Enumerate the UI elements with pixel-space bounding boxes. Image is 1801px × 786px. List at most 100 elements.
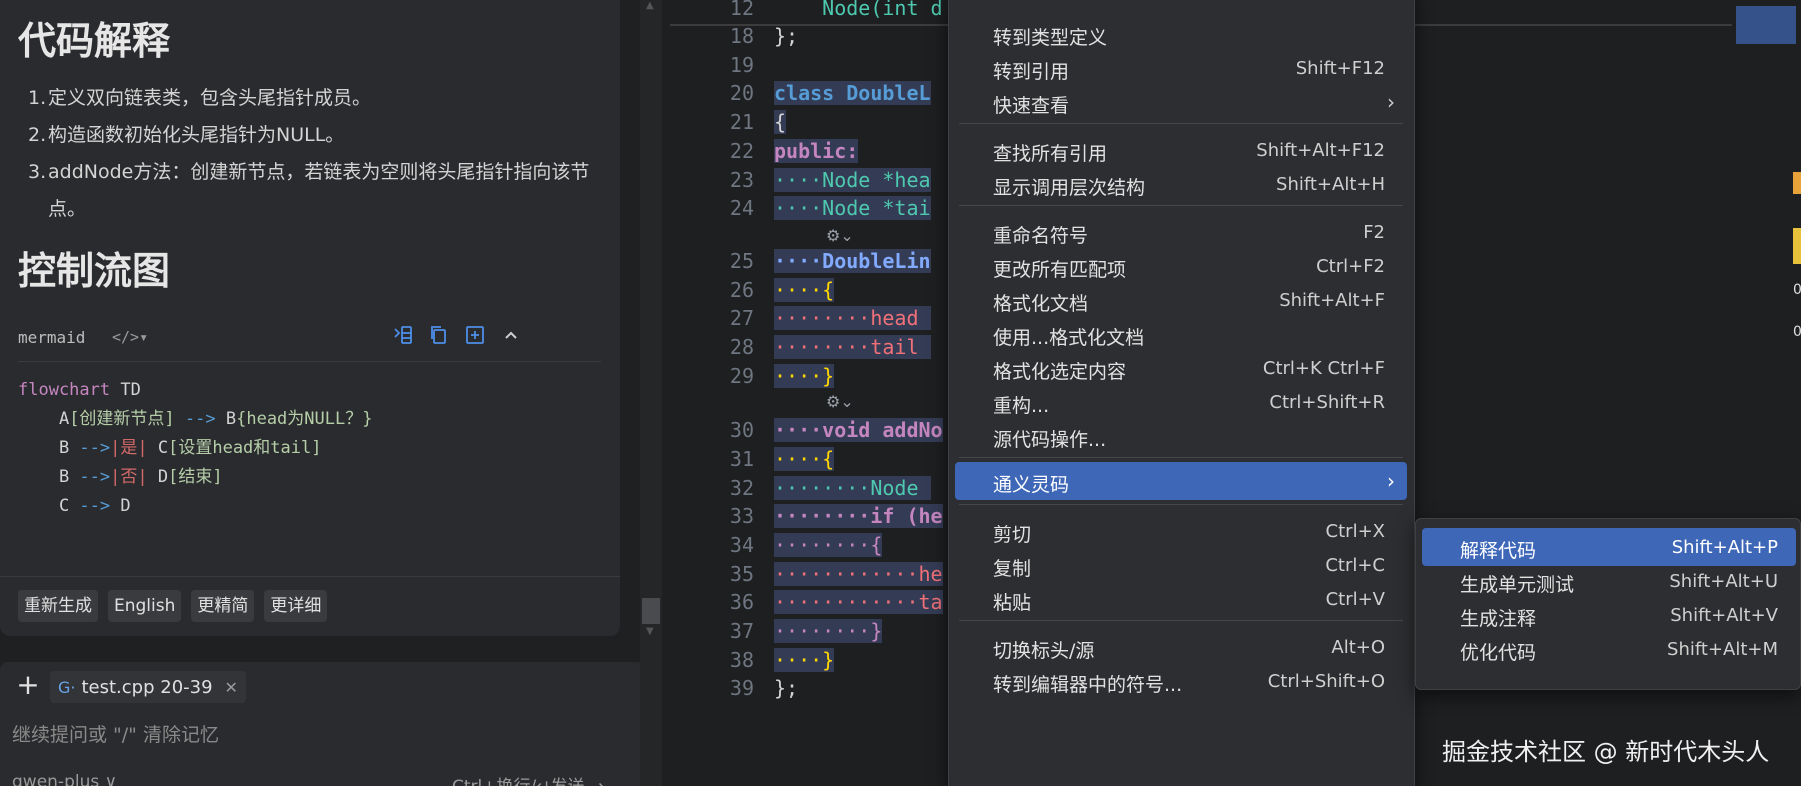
new-file-icon[interactable] [464, 324, 490, 350]
chevron-right-icon: › [1387, 469, 1395, 493]
line-number: 34 [729, 533, 754, 557]
menu-item-cut[interactable]: 剪切 Ctrl+X [955, 512, 1407, 550]
code-line[interactable]: ········Node [774, 476, 931, 500]
menu-item-show-call-hierarchy[interactable]: 显示调用层次结构 Shift+Alt+H [955, 165, 1407, 203]
list-number: 1. [28, 87, 47, 109]
menu-item-change-all-occurrences[interactable]: 更改所有匹配项 Ctrl+F2 [955, 247, 1407, 285]
menu-item-label: 复制 [993, 558, 1032, 580]
menu-item-label: 生成单元测试 [1460, 574, 1575, 596]
code-line[interactable]: ············ta [774, 590, 943, 614]
code-line[interactable]: ········head [774, 306, 931, 330]
insert-code-icon[interactable] [392, 324, 418, 350]
menu-item-shortcut: Ctrl+K Ctrl+F [1262, 358, 1385, 379]
line-number: 36 [729, 590, 754, 614]
line-number: 21 [729, 110, 754, 134]
code-line[interactable]: }; [774, 24, 798, 48]
scrollbar-thumb[interactable] [642, 598, 660, 624]
menu-item-rename-symbol[interactable]: 重命名符号 F2 [955, 213, 1407, 251]
menu-item-shortcut: Shift+Alt+F [1279, 290, 1385, 311]
menu-item-label: 查找所有引用 [993, 143, 1108, 165]
chat-panel: 代码解释 1. 定义双向链表类，包含头尾指针成员。 2. 构造函数初始化头尾指针为N… [0, 0, 645, 786]
add-context-button[interactable]: + [14, 671, 42, 700]
menu-item-format-document[interactable]: 格式化文档 Shift+Alt+F [955, 281, 1407, 319]
collapse-icon[interactable] [500, 324, 526, 350]
code-line[interactable]: ········} [774, 619, 883, 643]
menu-item-format-document-with[interactable]: 使用...格式化文档 [955, 315, 1407, 353]
submenu-item-generate-unit-test[interactable]: 生成单元测试 Shift+Alt+U [1422, 562, 1796, 600]
mermaid-code-block: flowchart TD A[创建新节点] --> B{head为NULL？} … [18, 376, 372, 521]
code-type-dropdown[interactable]: </>▾ [112, 328, 148, 346]
menu-item-switch-header-source[interactable]: 切换标头/源 Alt+O [955, 628, 1407, 666]
chat-scrollbar[interactable]: ▲ ▼ [640, 0, 662, 786]
code-token: --> [79, 496, 111, 516]
more-concise-button[interactable]: 更精简 [191, 590, 255, 622]
code-line[interactable]: ····{ [774, 278, 835, 302]
close-icon[interactable]: ✕ [225, 678, 238, 697]
english-button[interactable]: English [108, 590, 182, 622]
scroll-up-icon[interactable]: ▲ [646, 0, 654, 11]
menu-item-go-to-symbol-in-editor[interactable]: 转到编辑器中的符号... Ctrl+Shift+O [955, 662, 1407, 700]
code-line[interactable]: ····{ [774, 447, 835, 471]
menu-separator [959, 620, 1403, 621]
code-line[interactable]: ····void addNo [774, 418, 943, 442]
menu-item-source-action[interactable]: 源代码操作... [955, 417, 1407, 455]
menu-item-refactor[interactable]: 重构... Ctrl+Shift+R [955, 383, 1407, 421]
menu-item-paste[interactable]: 粘贴 Ctrl+V [955, 580, 1407, 618]
code-line[interactable]: ············he [774, 562, 943, 586]
line-number: 24 [729, 196, 754, 220]
menu-item-go-to-type-definition[interactable]: 转到类型定义 [955, 15, 1407, 53]
code-line[interactable]: ····Node *tai [774, 196, 931, 220]
code-token: A [18, 409, 70, 429]
submenu-item-optimize-code[interactable]: 优化代码 Shift+Alt+M [1422, 630, 1796, 668]
line-number: 18 [729, 24, 754, 48]
context-chip[interactable]: G· test.cpp 20-39 ✕ [50, 671, 246, 703]
menu-item-shortcut: Shift+Alt+M [1667, 639, 1778, 660]
menu-item-label: 转到编辑器中的符号... [993, 674, 1183, 696]
regenerate-button[interactable]: 重新生成 [18, 590, 98, 622]
code-line[interactable]: { [774, 110, 787, 134]
menu-item-shortcut: Shift+Alt+U [1669, 571, 1778, 592]
code-line[interactable]: ········if (he [774, 504, 943, 528]
copy-icon[interactable] [428, 324, 454, 350]
minimap-viewport[interactable] [1736, 6, 1796, 44]
code-line[interactable]: ····} [774, 364, 835, 388]
menu-item-find-all-references[interactable]: 查找所有引用 Shift+Alt+F12 [955, 131, 1407, 169]
menu-item-tongyi-lingma[interactable]: 通义灵码 › [955, 462, 1407, 500]
submenu-item-generate-comments[interactable]: 生成注释 Shift+Alt+V [1422, 596, 1796, 634]
scroll-down-icon[interactable]: ▼ [646, 626, 654, 637]
context-chip-label: test.cpp 20-39 [81, 676, 213, 698]
code-lens-icon[interactable]: ⚙⌄ [826, 392, 854, 411]
chevron-right-icon: › [1387, 90, 1395, 114]
menu-item-go-to-references[interactable]: 转到引用 Shift+F12 [955, 49, 1407, 87]
menu-item-shortcut: Ctrl+V [1325, 589, 1385, 610]
chat-prompt-input[interactable] [12, 724, 622, 746]
menu-item-format-selection[interactable]: 格式化选定内容 Ctrl+K Ctrl+F [955, 349, 1407, 387]
line-number: 23 [729, 168, 754, 192]
code-line[interactable]: ····} [774, 648, 835, 672]
code-line[interactable]: }; [774, 676, 798, 700]
code-line[interactable]: class DoubleL [774, 81, 931, 105]
menu-item-copy[interactable]: 复制 Ctrl+C [955, 546, 1407, 584]
code-line[interactable]: ····DoubleLin [774, 249, 931, 273]
menu-item-peek[interactable]: 快速查看 › [955, 83, 1407, 121]
code-token: --> [79, 467, 111, 487]
code-line[interactable]: ····Node *hea [774, 168, 931, 192]
menu-item-shortcut: Alt+O [1331, 637, 1385, 658]
submenu-item-explain-code[interactable]: 解释代码 Shift+Alt+P [1422, 528, 1796, 566]
code-lens-icon[interactable]: ⚙⌄ [826, 226, 854, 245]
menu-item-shortcut: F2 [1363, 222, 1385, 243]
code-line[interactable]: Node(int d [774, 0, 942, 20]
code-line[interactable]: ········tail [774, 335, 931, 359]
code-line[interactable]: public: [774, 139, 859, 163]
send-hint[interactable]: Ctrl+换行/↵发送 → [452, 772, 604, 786]
code-line[interactable]: ········{ [774, 533, 883, 557]
model-select[interactable]: qwen-plus ∨ [12, 772, 117, 786]
menu-item-label: 源代码操作... [993, 429, 1107, 451]
more-detailed-button[interactable]: 更详细 [264, 590, 328, 622]
list-text: 定义双向链表类，包含头尾指针成员。 [48, 87, 372, 109]
line-number: 29 [729, 364, 754, 388]
line-number: 25 [729, 249, 754, 273]
menu-item-label: 重构... [993, 395, 1050, 417]
warning-marker [1793, 172, 1801, 194]
line-number: 31 [729, 447, 754, 471]
